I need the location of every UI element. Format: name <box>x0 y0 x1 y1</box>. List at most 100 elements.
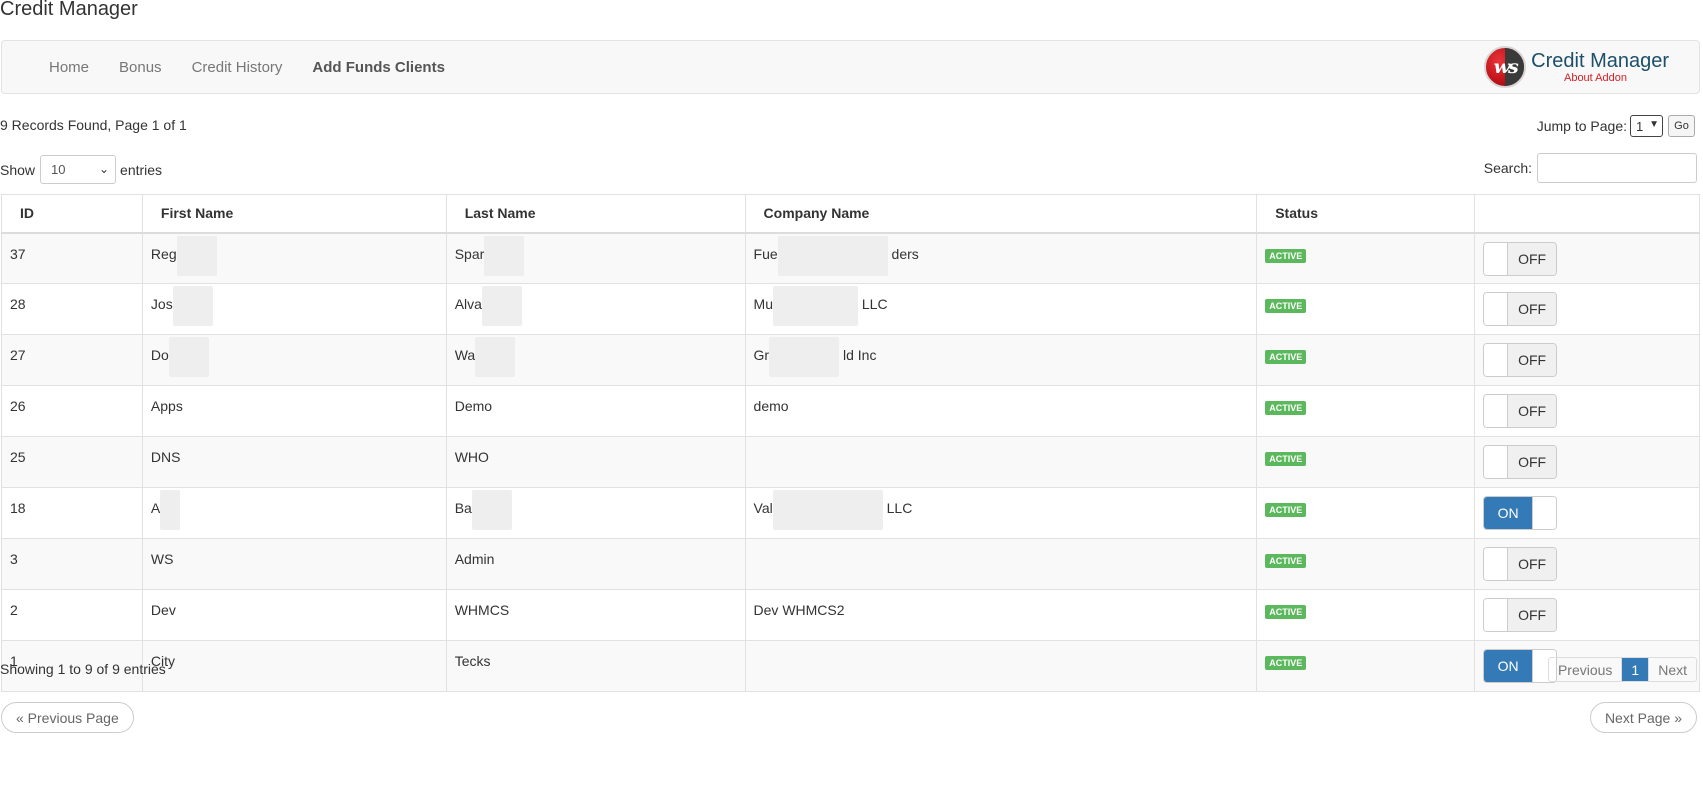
cell-toggle: OFF <box>1474 589 1700 641</box>
nav-item-home[interactable]: Home <box>34 59 104 76</box>
cell-status: ACTIVE <box>1256 232 1476 284</box>
nav-item-add-funds-clients[interactable]: Add Funds Clients <box>297 59 460 76</box>
table-header-row: ID First Name Last Name Company Name Sta… <box>1 194 1700 234</box>
table-row: 1 City Tecks ACTIVE ON <box>1 640 1700 692</box>
cell-first-name: A <box>141 487 447 539</box>
status-badge: ACTIVE <box>1265 299 1307 313</box>
entries-length-select[interactable]: 10 ⌄ <box>40 155 117 184</box>
column-header-id[interactable]: ID <box>1 194 143 234</box>
redacted-text <box>769 337 840 377</box>
column-header-status[interactable]: Status <box>1256 194 1476 234</box>
cell-toggle: OFF <box>1474 232 1700 284</box>
cell-status: ACTIVE <box>1256 487 1476 539</box>
redacted-text <box>160 490 181 530</box>
brand[interactable]: ws Credit Manager About Addon <box>1484 46 1669 88</box>
chevron-down-icon: ⌄ <box>98 162 110 176</box>
redacted-text <box>772 286 858 326</box>
status-badge: ACTIVE <box>1265 656 1307 670</box>
go-button[interactable]: Go <box>1668 115 1695 137</box>
cell-company-name: demo <box>744 385 1258 437</box>
table-row: 2 Dev WHMCS Dev WHMCS2 ACTIVE OFF <box>1 589 1700 641</box>
cell-last-name: Tecks <box>445 640 746 692</box>
pagination: Previous 1 Next <box>1547 657 1697 682</box>
pagination-next[interactable]: Next <box>1648 658 1696 681</box>
table-row: 28 Jos Alva Mu LLC ACTIVE OFF <box>1 283 1700 335</box>
cell-company-name <box>744 436 1258 488</box>
credit-toggle-switch[interactable]: OFF <box>1483 547 1558 581</box>
cell-company-name: Val LLC <box>744 487 1258 539</box>
column-header-toggle <box>1474 194 1700 234</box>
cell-first-name: Dev <box>141 589 447 641</box>
cell-first-name: Apps <box>141 385 447 437</box>
credit-toggle-switch[interactable]: ON <box>1483 649 1558 683</box>
table-body: 37 Reg Spar Fue ders ACTIVE OFF 28 Jos Alva Mu LL… <box>1 232 1700 692</box>
credit-toggle-switch[interactable]: OFF <box>1483 394 1558 428</box>
cell-first-name: DNS <box>141 436 447 488</box>
redacted-text <box>172 286 213 326</box>
status-badge: ACTIVE <box>1265 503 1307 517</box>
cell-company-name: Mu LLC <box>744 283 1258 335</box>
previous-page-button[interactable]: « Previous Page <box>1 702 134 733</box>
clients-table: ID First Name Last Name Company Name Sta… <box>1 194 1700 692</box>
cell-company-name <box>744 640 1258 692</box>
credit-toggle-switch[interactable]: ON <box>1483 496 1558 530</box>
cell-status: ACTIVE <box>1256 538 1476 590</box>
cell-company-name: Gr ld Inc <box>744 334 1258 386</box>
search-label: Search: <box>1483 160 1532 176</box>
status-badge: ACTIVE <box>1265 605 1307 619</box>
credit-toggle-switch[interactable]: OFF <box>1483 598 1558 632</box>
cell-status: ACTIVE <box>1256 589 1476 641</box>
search-box: Search: <box>1484 153 1697 183</box>
pagination-previous[interactable]: Previous <box>1549 658 1621 681</box>
status-badge: ACTIVE <box>1265 554 1307 568</box>
brand-name: Credit Manager <box>1531 50 1669 72</box>
brand-logo-mark: ws <box>1493 56 1519 78</box>
cell-toggle: OFF <box>1474 538 1700 590</box>
cell-last-name: Wa <box>445 334 746 386</box>
cell-id: 37 <box>1 232 143 284</box>
next-page-button[interactable]: Next Page » <box>1589 702 1697 733</box>
cell-toggle: OFF <box>1474 334 1700 386</box>
cell-status: ACTIVE <box>1256 436 1476 488</box>
cell-company-name: Fue ders <box>744 232 1258 284</box>
redacted-text <box>772 490 883 530</box>
about-addon-link[interactable]: About Addon <box>1531 72 1627 84</box>
cell-id: 28 <box>1 283 143 335</box>
credit-toggle-switch[interactable]: OFF <box>1483 445 1558 479</box>
column-header-company-name[interactable]: Company Name <box>744 194 1258 234</box>
table-row: 3 WS Admin ACTIVE OFF <box>1 538 1700 590</box>
cell-id: 18 <box>1 487 143 539</box>
cell-id: 27 <box>1 334 143 386</box>
cell-id: 26 <box>1 385 143 437</box>
nav-item-bonus[interactable]: Bonus <box>104 59 177 76</box>
cell-first-name: City <box>141 640 447 692</box>
nav-item-credit-history[interactable]: Credit History <box>177 59 298 76</box>
redacted-text <box>471 490 512 530</box>
credit-toggle-switch[interactable]: OFF <box>1483 292 1558 326</box>
table-row: 25 DNS WHO ACTIVE OFF <box>1 436 1700 488</box>
column-header-last-name[interactable]: Last Name <box>445 194 746 234</box>
jump-to-page: Jump to Page: 1 ▼ Go <box>1537 115 1695 137</box>
redacted-text <box>481 286 522 326</box>
redacted-text <box>176 235 217 276</box>
cell-toggle: OFF <box>1474 385 1700 437</box>
cell-toggle: OFF <box>1474 436 1700 488</box>
pagination-page-1[interactable]: 1 <box>1621 658 1649 681</box>
cell-first-name: WS <box>141 538 447 590</box>
credit-toggle-switch[interactable]: OFF <box>1483 241 1558 276</box>
cell-company-name: Dev WHMCS2 <box>744 589 1258 641</box>
credit-toggle-switch[interactable]: OFF <box>1483 343 1558 377</box>
cell-status: ACTIVE <box>1256 283 1476 335</box>
cell-company-name <box>744 538 1258 590</box>
search-input[interactable] <box>1537 153 1697 183</box>
status-badge: ACTIVE <box>1265 248 1307 263</box>
status-badge: ACTIVE <box>1265 350 1307 364</box>
cell-first-name: Do <box>141 334 447 386</box>
brand-logo: ws <box>1484 46 1527 88</box>
show-entries: Show 10 ⌄ entries <box>0 155 162 184</box>
column-header-first-name[interactable]: First Name <box>141 194 447 234</box>
cell-id: 2 <box>1 589 143 641</box>
jump-page-select[interactable]: 1 ▼ <box>1630 115 1663 137</box>
top-navbar: Home Bonus Credit History Add Funds Clie… <box>1 40 1700 94</box>
nav-links: Home Bonus Credit History Add Funds Clie… <box>34 41 460 93</box>
